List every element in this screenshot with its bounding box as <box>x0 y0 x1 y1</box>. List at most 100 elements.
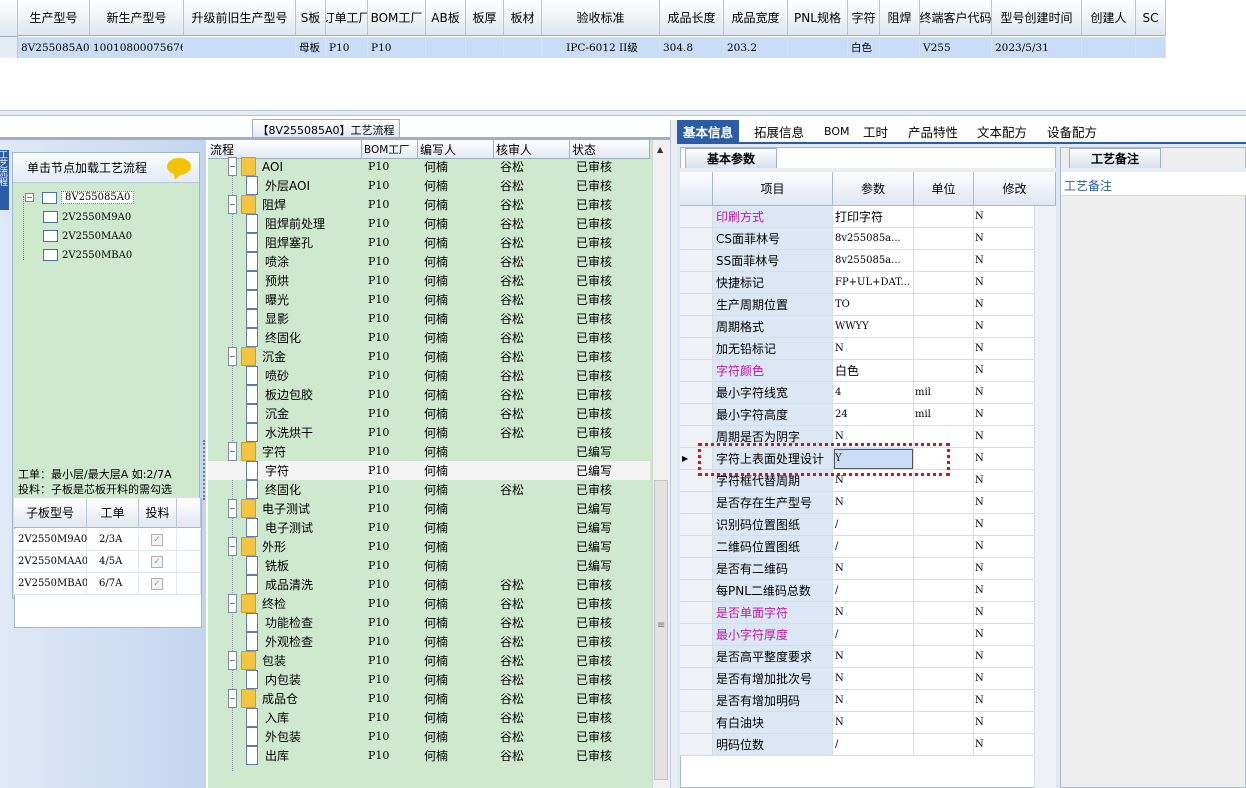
param-row[interactable]: 是否有增加批次号 N N <box>680 668 1056 690</box>
row-header[interactable] <box>680 602 713 624</box>
row-header[interactable] <box>680 536 713 558</box>
grid-cell[interactable] <box>184 37 296 58</box>
param-value[interactable]: 8v255085a... <box>833 250 914 272</box>
param-value[interactable]: FP+UL+DAT... <box>833 272 914 294</box>
row-header[interactable] <box>680 646 713 668</box>
row-header[interactable] <box>680 492 713 514</box>
grid-cell[interactable] <box>426 37 466 58</box>
param-value[interactable]: / <box>833 514 914 536</box>
collapse-icon[interactable]: − <box>228 651 237 670</box>
process-row[interactable]: − 外形 P10 何楠 已编写 <box>208 537 650 556</box>
param-value[interactable]: N <box>833 712 914 734</box>
feed-checkbox[interactable]: ✓ <box>151 555 163 568</box>
row-header[interactable] <box>680 294 713 316</box>
tab-work-hours[interactable]: 工时 <box>863 120 888 142</box>
param-row[interactable]: 明码位数 / N <box>680 734 1056 756</box>
param-row[interactable]: 是否高平整度要求 N N <box>680 646 1056 668</box>
param-row[interactable]: 是否存在生产型号 N N <box>680 492 1056 514</box>
grid-cell[interactable]: P10 <box>326 37 368 58</box>
sub-col-order[interactable]: 工单 <box>87 498 139 528</box>
process-row[interactable]: − 电子测试 P10 何楠 已编写 <box>208 499 650 518</box>
param-unit[interactable] <box>914 338 974 360</box>
tab-extended-info[interactable]: 拓展信息 <box>754 120 804 142</box>
col-header[interactable]: 板厚 <box>466 0 504 36</box>
sub-col-model[interactable]: 子板型号 <box>14 498 87 528</box>
grid-cell[interactable]: IPC-6012 II级 <box>542 37 660 58</box>
col-modify[interactable]: 修改 <box>974 172 1056 206</box>
param-unit[interactable] <box>914 272 974 294</box>
sub-cell-model[interactable]: 2V2550M9A0 <box>14 529 87 551</box>
row-header[interactable] <box>680 338 713 360</box>
param-value[interactable]: 打印字符 <box>833 206 914 228</box>
row-header[interactable] <box>680 580 713 602</box>
param-row[interactable]: 是否单面字符 N N <box>680 602 1056 624</box>
col-header[interactable]: SC <box>1136 0 1166 36</box>
param-value[interactable]: N <box>833 668 914 690</box>
process-row[interactable]: − 成品仓 P10 何楠 谷松 已审核 <box>208 689 650 708</box>
param-row[interactable]: 是否有增加明码 N N <box>680 690 1056 712</box>
col-header[interactable]: 阻焊 <box>880 0 920 36</box>
tree-node[interactable]: 2V2550MBA0 <box>43 249 132 261</box>
param-value[interactable]: N <box>833 646 914 668</box>
param-value[interactable]: N <box>833 338 914 360</box>
tab-device-recipe[interactable]: 设备配方 <box>1047 120 1097 142</box>
param-unit[interactable] <box>914 492 974 514</box>
process-row[interactable]: 外包装 P10 何楠 谷松 已审核 <box>208 727 650 746</box>
param-unit[interactable] <box>914 360 974 382</box>
process-row[interactable]: 字符 P10 何楠 已编写 <box>208 461 650 480</box>
flow-tab-title[interactable]: 【8V255085A0】工艺流程 <box>252 119 400 139</box>
process-row[interactable]: 水洗烘干 P10 何楠 谷松 已审核 <box>208 423 650 442</box>
param-value[interactable]: 白色 <box>833 360 914 382</box>
process-row[interactable]: − 字符 P10 何楠 已编写 <box>208 442 650 461</box>
param-row[interactable]: SS面菲林号 8v255085a... N <box>680 250 1056 272</box>
param-row[interactable]: CS面菲林号 8v255085a... N <box>680 228 1056 250</box>
process-row[interactable]: − 阻焊 P10 何楠 谷松 已审核 <box>208 195 650 214</box>
process-row[interactable]: 外观检查 P10 何楠 谷松 已审核 <box>208 632 650 651</box>
param-unit[interactable] <box>914 316 974 338</box>
row-header[interactable] <box>680 316 713 338</box>
process-row[interactable]: 沉金 P10 何楠 谷松 已审核 <box>208 404 650 423</box>
param-value[interactable]: N <box>833 690 914 712</box>
collapse-icon[interactable]: − <box>228 157 237 176</box>
param-unit[interactable] <box>914 250 974 272</box>
side-tab[interactable]: 工艺流程 <box>0 150 9 210</box>
col-header[interactable]: 成品长度 <box>660 0 724 36</box>
process-row[interactable]: 终固化 P10 何楠 谷松 已审核 <box>208 480 650 499</box>
grid-cell[interactable] <box>504 37 542 58</box>
collapse-icon[interactable]: − <box>228 347 237 366</box>
param-value[interactable]: N <box>833 602 914 624</box>
panel-grip[interactable] <box>203 440 206 500</box>
feed-checkbox[interactable]: ✓ <box>151 533 163 546</box>
col-header[interactable]: BOM工厂 <box>368 0 426 36</box>
row-header[interactable] <box>680 228 713 250</box>
row-header[interactable] <box>680 382 713 404</box>
grid-cell[interactable]: 203.2 <box>724 37 788 58</box>
sub-tab-basic-params[interactable]: 基本参数 <box>685 148 777 168</box>
param-row[interactable]: 每PNL二维码总数 / N <box>680 580 1056 602</box>
col-header[interactable]: 生产型号 <box>18 0 90 36</box>
param-value[interactable]: N <box>833 558 914 580</box>
process-row[interactable]: 终固化 P10 何楠 谷松 已审核 <box>208 328 650 347</box>
param-row[interactable]: 是否有二维码 N N <box>680 558 1056 580</box>
param-row[interactable]: 识别码位置图纸 / N <box>680 514 1056 536</box>
collapse-icon[interactable]: − <box>228 594 237 613</box>
row-header[interactable] <box>680 514 713 536</box>
tab-product-features[interactable]: 产品特性 <box>908 120 958 142</box>
param-value[interactable]: 24 <box>833 404 914 426</box>
col-header[interactable]: 验收标准 <box>542 0 660 36</box>
process-row[interactable]: − 终检 P10 何楠 谷松 已审核 <box>208 594 650 613</box>
param-row[interactable]: 周期格式 WWYY N <box>680 316 1056 338</box>
scroll-up-icon[interactable]: ▲ <box>657 145 663 154</box>
collapse-icon[interactable]: − <box>228 499 237 518</box>
row-header[interactable] <box>680 668 713 690</box>
sub-cell-order[interactable]: 6/7A <box>87 573 139 595</box>
collapse-icon[interactable]: − <box>228 195 237 214</box>
param-unit[interactable] <box>914 536 974 558</box>
param-value[interactable]: N <box>833 492 914 514</box>
process-row[interactable]: 喷砂 P10 何楠 谷松 已审核 <box>208 366 650 385</box>
process-row[interactable]: − 沉金 P10 何楠 谷松 已审核 <box>208 347 650 366</box>
row-header[interactable] <box>680 206 713 228</box>
param-unit[interactable] <box>914 646 974 668</box>
param-value[interactable]: 8v255085a... <box>833 228 914 250</box>
collapse-icon[interactable]: − <box>228 442 237 461</box>
